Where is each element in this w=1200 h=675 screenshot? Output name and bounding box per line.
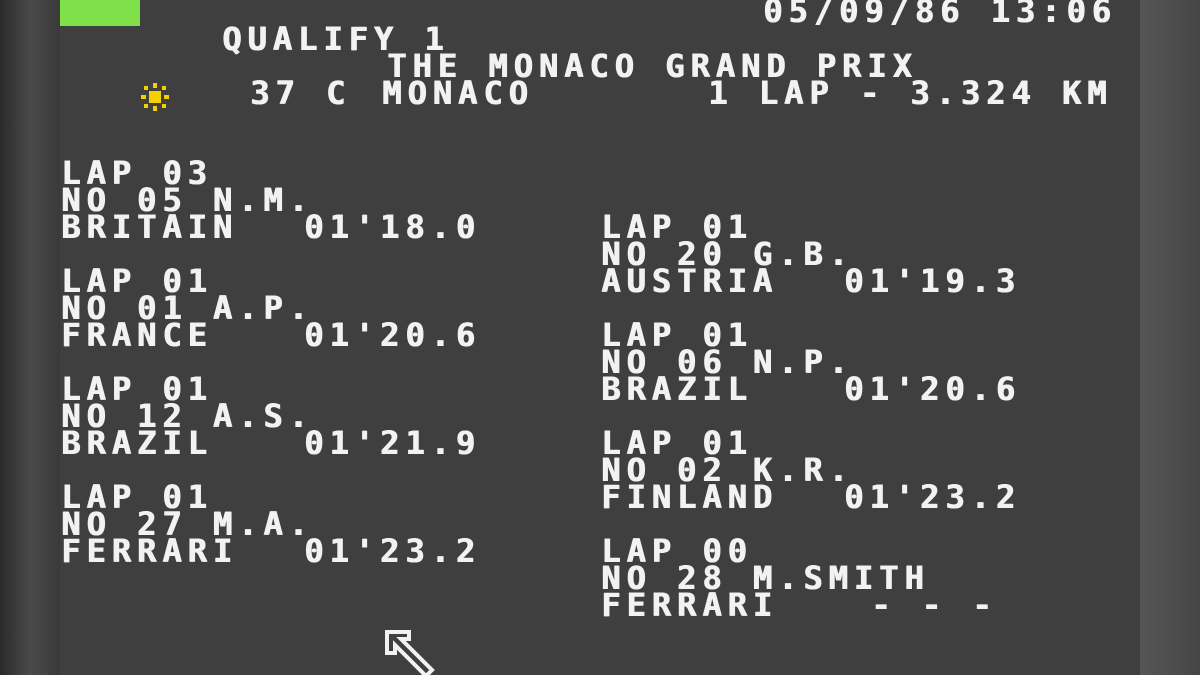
arrow-cursor-icon[interactable] [382, 628, 440, 675]
game-screen: 05/09/86 13:06 QUALIFY 1 THE MONACO GRAN… [60, 0, 1140, 675]
status-light [60, 0, 140, 26]
lap-info: 1 LAP - 3.324 KM [708, 74, 1113, 112]
team-name: FERRARI [61, 532, 238, 570]
team-name: FRANCE [61, 316, 213, 354]
lap-time: 01'18.0 [304, 208, 481, 246]
lap-time: 01'21.9 [304, 424, 481, 462]
sun-icon [141, 83, 169, 111]
lap-time: 01'23.2 [304, 532, 481, 570]
temperature: 37 C [250, 74, 352, 112]
date-time: 05/09/86 13:06 [763, 0, 1117, 30]
circuit-name: MONACO [382, 74, 534, 112]
lap-time: 01'20.6 [304, 316, 481, 354]
lap-time: - - - [871, 586, 998, 624]
team-name: FINLAND [601, 478, 778, 516]
lap-time: 01'20.6 [844, 370, 1021, 408]
team-name: BRAZIL [601, 370, 753, 408]
lap-time: 01'19.3 [844, 262, 1021, 300]
team-name: BRITAIN [61, 208, 238, 246]
screen-border [1140, 0, 1200, 675]
team-name: AUSTRIA [601, 262, 778, 300]
lap-time: 01'23.2 [844, 478, 1021, 516]
team-name: BRAZIL [61, 424, 213, 462]
team-name: FERRARI [601, 586, 778, 624]
